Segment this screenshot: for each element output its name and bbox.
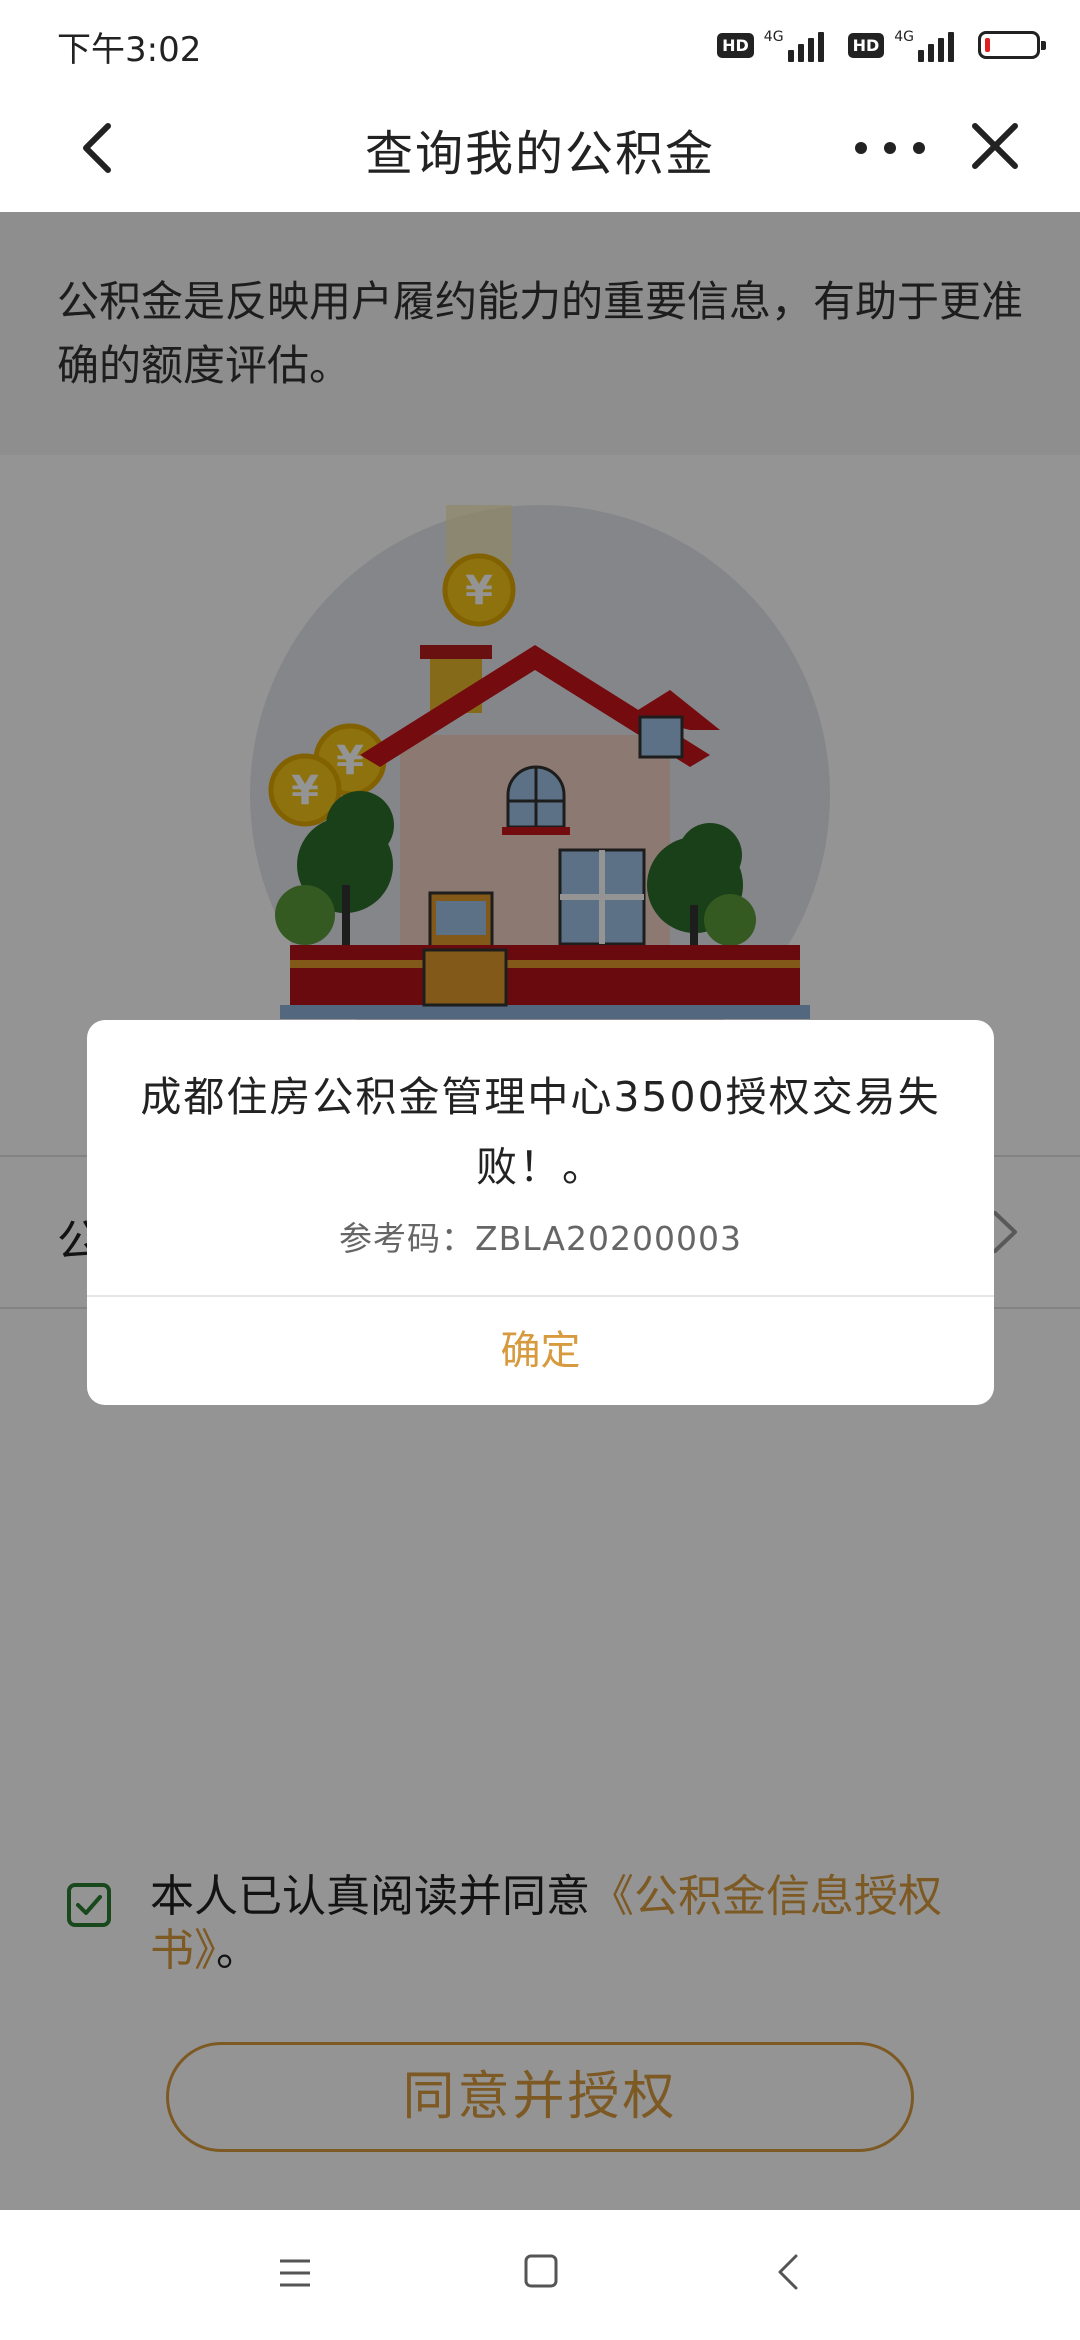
hd-badge-sim1: HD bbox=[717, 32, 754, 58]
menu-icon[interactable] bbox=[278, 2258, 312, 2288]
battery-icon bbox=[978, 31, 1046, 59]
dialog-message: 成都住房公积金管理中心3500授权交易失败！。 bbox=[140, 1073, 941, 1191]
status-icons: HD 4G HD 4G bbox=[717, 28, 1046, 62]
error-dialog: 成都住房公积金管理中心3500授权交易失败！。 参考码：ZBLA20200003… bbox=[87, 1020, 994, 1405]
network-type-sim2: 4G bbox=[894, 29, 914, 45]
status-time: 下午3:02 bbox=[57, 30, 202, 70]
hd-badge-sim2: HD bbox=[847, 32, 885, 58]
reference-code: ZBLA20200003 bbox=[475, 1219, 742, 1258]
network-type-sim1: 4G bbox=[763, 29, 784, 45]
dialog-reference: 参考码：ZBLA20200003 bbox=[87, 1212, 994, 1260]
signal-icon bbox=[787, 28, 824, 62]
home-icon[interactable] bbox=[524, 2254, 558, 2288]
nav-bar: 查询我的公积金 bbox=[0, 90, 1080, 212]
system-nav-bar bbox=[0, 2210, 1080, 2340]
status-bar: 下午3:02 HD 4G HD 4G bbox=[0, 0, 1080, 90]
battery-level bbox=[985, 38, 990, 52]
confirm-button[interactable]: 确定 bbox=[87, 1297, 994, 1405]
more-horizontal-icon[interactable] bbox=[855, 118, 925, 178]
signal-icon bbox=[918, 28, 954, 62]
reference-label: 参考码： bbox=[339, 1219, 476, 1258]
close-icon[interactable] bbox=[965, 116, 1025, 176]
back-icon[interactable] bbox=[776, 2252, 800, 2292]
